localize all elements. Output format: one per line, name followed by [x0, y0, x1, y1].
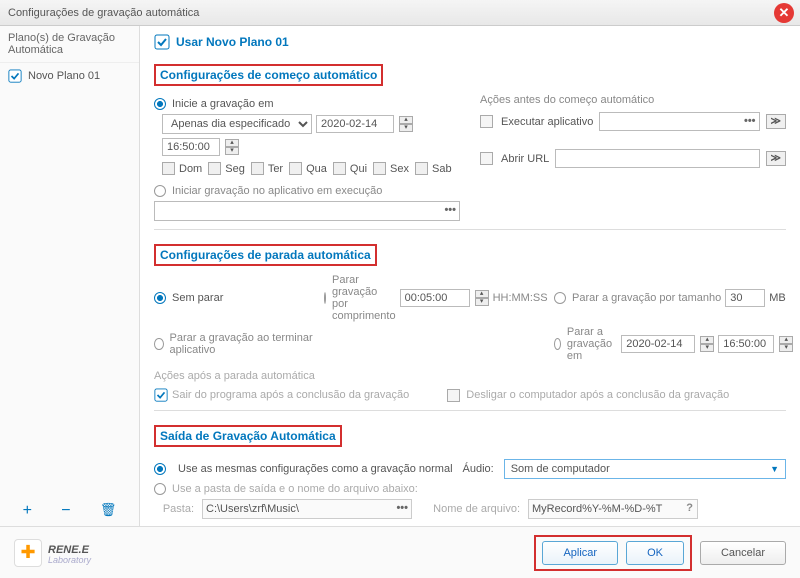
day-ter[interactable]: [251, 162, 264, 175]
exec-app-check[interactable]: [480, 115, 493, 128]
logo-icon: ✚: [14, 539, 42, 567]
stop-time-input[interactable]: [718, 335, 774, 353]
filename-label: Nome de arquivo:: [420, 503, 520, 515]
day-sab[interactable]: [415, 162, 428, 175]
filename-input[interactable]: MyRecord%Y-%M-%D-%T?: [528, 499, 698, 519]
add-plan-icon[interactable]: +: [23, 502, 32, 520]
exit-after-check[interactable]: Sair do programa após a conclusão da gra…: [154, 388, 409, 402]
audio-select[interactable]: Som de computador ▼: [504, 459, 786, 479]
start-on-app-label: Iniciar gravação no aplicativo em execuç…: [172, 185, 382, 197]
check-icon: [154, 388, 168, 402]
open-url-input[interactable]: [555, 149, 759, 168]
radio-start-on-app[interactable]: [154, 185, 166, 197]
radio-at-time[interactable]: [554, 338, 561, 350]
check-icon: [154, 34, 170, 50]
length-input[interactable]: [400, 289, 470, 307]
chevron-down-icon: ▼: [770, 464, 779, 474]
radio-use-folder[interactable]: [154, 483, 166, 495]
radio-start-at[interactable]: [154, 98, 166, 110]
start-time-input[interactable]: [162, 138, 220, 156]
plan-item[interactable]: Novo Plano 01: [0, 63, 139, 89]
sidebar-header: Plano(s) de Gravação Automática: [0, 26, 139, 63]
help-icon[interactable]: ?: [686, 502, 693, 514]
folder-input[interactable]: C:\Users\zrf\Music\•••: [202, 499, 412, 519]
radio-on-app-end[interactable]: [154, 338, 164, 350]
stop-date-stepper[interactable]: ▴▾: [700, 336, 714, 352]
go-url-icon[interactable]: ≫: [766, 151, 786, 166]
size-input[interactable]: [725, 289, 765, 307]
browse-icon[interactable]: •••: [396, 502, 408, 514]
sidebar: Plano(s) de Gravação Automática Novo Pla…: [0, 26, 140, 526]
cancel-button[interactable]: Cancelar: [700, 541, 786, 565]
radio-by-size[interactable]: [554, 292, 566, 304]
day-sex[interactable]: [373, 162, 386, 175]
remove-plan-icon[interactable]: −: [61, 502, 70, 520]
window-title: Configurações de gravação automática: [8, 7, 199, 19]
start-app-path-input[interactable]: •••: [154, 201, 460, 221]
weekday-row: Dom Seg Ter Qua Qui Sex Sab: [162, 162, 460, 175]
length-stepper[interactable]: ▴▾: [475, 290, 489, 306]
section-autostop-title: Configurações de parada automática: [154, 244, 377, 266]
radio-by-length[interactable]: [324, 292, 326, 304]
audio-label: Áudio:: [463, 463, 494, 475]
day-qua[interactable]: [289, 162, 302, 175]
start-date-input[interactable]: [316, 115, 394, 133]
radio-use-same[interactable]: [154, 463, 166, 475]
exec-app-label: Executar aplicativo: [501, 116, 593, 128]
use-folder-label: Use a pasta de saída e o nome do arquivo…: [172, 483, 418, 495]
titlebar: Configurações de gravação automática ✕: [0, 0, 800, 26]
browse-icon[interactable]: •••: [744, 115, 756, 127]
ok-button[interactable]: OK: [626, 541, 684, 565]
radio-no-stop[interactable]: [154, 292, 166, 304]
open-url-label: Abrir URL: [501, 153, 549, 165]
content: Usar Novo Plano 01 Configurações de come…: [140, 26, 800, 526]
open-url-check[interactable]: [480, 152, 493, 165]
close-icon[interactable]: ✕: [774, 3, 794, 23]
shutdown-after-check[interactable]: [447, 389, 460, 402]
browse-icon[interactable]: •••: [444, 204, 456, 216]
day-seg[interactable]: [208, 162, 221, 175]
time-stepper[interactable]: ▴▾: [225, 139, 239, 155]
delete-plan-icon[interactable]: 🗑: [100, 502, 117, 520]
logo: ✚ RENE.ELaboratory: [14, 539, 91, 567]
check-icon: [8, 69, 22, 83]
date-stepper[interactable]: ▴▾: [399, 116, 413, 132]
footer: ✚ RENE.ELaboratory Aplicar OK Cancelar: [0, 526, 800, 578]
section-autostart-title: Configurações de começo automático: [154, 64, 383, 86]
stop-date-input[interactable]: [621, 335, 695, 353]
folder-label: Pasta:: [154, 503, 194, 515]
day-qui[interactable]: [333, 162, 346, 175]
plan-label: Novo Plano 01: [28, 70, 100, 82]
stop-time-stepper[interactable]: ▴▾: [779, 336, 793, 352]
start-at-label: Inicie a gravação em: [172, 98, 274, 110]
postactions-label: Ações após a parada automática: [154, 370, 786, 382]
section-output-title: Saída de Gravação Automática: [154, 425, 342, 447]
use-plan-label[interactable]: Usar Novo Plano 01: [176, 35, 289, 49]
start-mode-select[interactable]: Apenas dia especificado: [162, 114, 312, 134]
apply-button[interactable]: Aplicar: [542, 541, 618, 565]
day-dom[interactable]: [162, 162, 175, 175]
run-exec-icon[interactable]: ≫: [766, 114, 786, 129]
preactions-label: Ações antes do começo automático: [480, 94, 786, 106]
exec-app-input[interactable]: •••: [599, 112, 759, 131]
use-same-label: Use as mesmas configurações como a grava…: [178, 463, 453, 475]
